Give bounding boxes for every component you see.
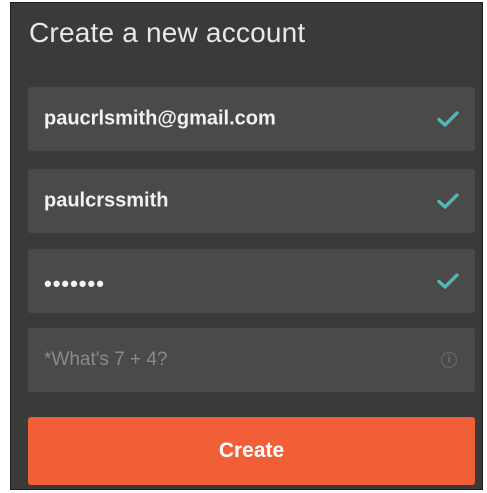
password-field[interactable]: ••••••• xyxy=(28,249,475,313)
check-icon xyxy=(437,193,459,209)
captcha-field[interactable]: *What's 7 + 4? i xyxy=(28,328,475,392)
page-frame: Create a new account paucrlsmith@gmail.c… xyxy=(0,0,487,493)
username-field[interactable]: paulcrssmith xyxy=(28,169,475,233)
create-button[interactable]: Create xyxy=(28,417,475,485)
create-account-panel: Create a new account paucrlsmith@gmail.c… xyxy=(10,2,483,490)
email-field[interactable]: paucrlsmith@gmail.com xyxy=(28,87,475,151)
info-icon[interactable]: i xyxy=(441,352,457,368)
check-icon xyxy=(437,111,459,127)
form-title: Create a new account xyxy=(29,17,306,48)
captcha-placeholder: *What's 7 + 4? xyxy=(44,349,168,370)
email-value: paucrlsmith@gmail.com xyxy=(44,107,276,130)
password-value: ••••••• xyxy=(44,270,105,296)
check-icon xyxy=(437,273,459,289)
username-value: paulcrssmith xyxy=(44,189,169,212)
